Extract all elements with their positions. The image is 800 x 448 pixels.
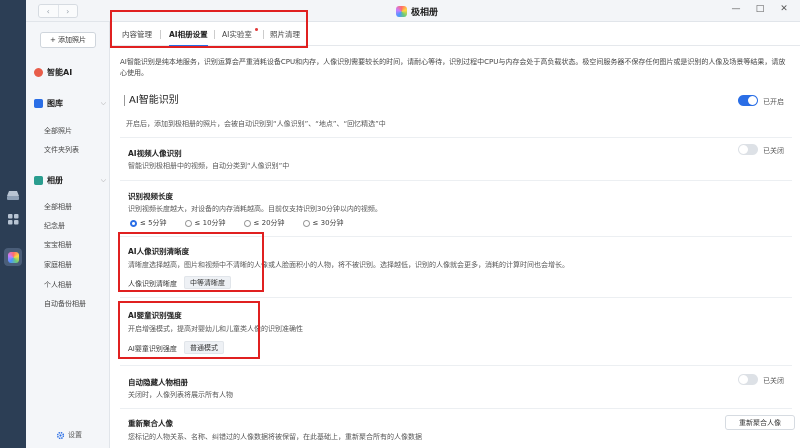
sidebar-item-all-albums[interactable]: 全部相册 <box>44 202 72 212</box>
settings-link[interactable]: 设置 <box>56 430 82 440</box>
close-icon[interactable]: ✕ <box>778 4 790 14</box>
radio-label: ≤ 5分钟 <box>140 219 167 227</box>
chevron-down-icon: ⌵ <box>100 99 106 107</box>
ai-recognition-toggle[interactable] <box>738 95 758 106</box>
app-window: ‹ › 极相册 — □ ✕ + 添加照片 智能AI 图库 ⌵ 全部照片 文件夹列… <box>26 0 800 448</box>
notification-dot <box>255 28 258 31</box>
ai-section-title: AI智能识别 <box>124 95 179 106</box>
minimize-icon[interactable]: — <box>730 4 742 14</box>
maximize-icon[interactable]: □ <box>754 4 766 14</box>
radio-circle <box>184 219 192 227</box>
radio-circle <box>302 219 310 227</box>
tab-divider <box>263 30 264 39</box>
video-length-option-10min[interactable]: ≤ 10分钟 <box>184 218 226 228</box>
radio-label: ≤ 20分钟 <box>253 219 285 227</box>
settings-label: 设置 <box>68 431 82 439</box>
tab-photo-cleanup[interactable]: 照片清理 <box>270 29 300 40</box>
add-photo-label: + 添加照片 <box>49 36 87 44</box>
face-clarity-title: AI人像识别清晰度 <box>128 247 190 256</box>
back-arrow-icon[interactable]: ‹ <box>39 5 58 17</box>
sidebar: + 添加照片 智能AI 图库 ⌵ 全部照片 文件夹列表 相册 ⌵ 全部相册 纪念… <box>26 22 110 448</box>
divider <box>120 137 792 138</box>
window-controls: — □ ✕ <box>730 4 790 14</box>
window-title-text: 极相册 <box>411 7 439 18</box>
video-length-option-20min[interactable]: ≤ 20分钟 <box>243 218 285 228</box>
app-dock <box>0 0 26 448</box>
radio-label: ≤ 10分钟 <box>194 219 226 227</box>
nav-arrows: ‹ › <box>38 4 78 18</box>
divider <box>120 297 792 298</box>
video-length-option-5min[interactable]: ≤ 5分钟 <box>130 218 167 228</box>
add-photo-button[interactable]: + 添加照片 <box>40 32 96 48</box>
forward-arrow-icon[interactable]: › <box>57 5 78 17</box>
radio-label: ≤ 30分钟 <box>312 219 344 227</box>
sidebar-section-albums[interactable]: 相册 ⌵ <box>34 175 106 186</box>
tab-divider <box>214 30 215 39</box>
video-length-title: 识别视频长度 <box>128 192 173 201</box>
radio-circle <box>130 219 137 227</box>
auto-hide-toggle-label: 已关闭 <box>763 377 784 385</box>
video-face-toggle-label: 已关闭 <box>763 147 784 155</box>
sidebar-item-baby[interactable]: 宝宝相册 <box>44 240 72 250</box>
regroup-description: 您标记的人物关系、名称、纠错过的人像数据将被保留，在此基础上，重新聚合所有的人像… <box>128 433 422 441</box>
gear-icon <box>56 431 65 439</box>
divider <box>120 408 792 409</box>
sidebar-item-memorial[interactable]: 纪念册 <box>44 221 65 231</box>
video-face-toggle[interactable] <box>738 144 758 155</box>
app-logo-icon <box>396 5 407 17</box>
sidebar-item-all-photos[interactable]: 全部照片 <box>44 126 72 136</box>
sidebar-section-label: 图库 <box>47 99 63 108</box>
radio-circle <box>243 219 251 227</box>
grid-icon <box>7 213 18 224</box>
ai-recognition-toggle-label: 已开启 <box>763 98 784 106</box>
sidebar-item-personal[interactable]: 个人相册 <box>44 280 72 290</box>
tab-content-management[interactable]: 内容管理 <box>122 29 152 40</box>
title-bar: ‹ › 极相册 — □ ✕ <box>26 0 800 22</box>
video-length-option-30min[interactable]: ≤ 30分钟 <box>302 218 344 228</box>
baby-strength-select[interactable]: 普通模式 <box>184 341 224 354</box>
face-clarity-setting-label: 人像识别清晰度 <box>128 280 177 288</box>
divider <box>120 236 792 237</box>
ai-section-description: 开启后，添加到极相册的照片，会被自动识别到“人像识别”、“地点”、“回忆精选”中 <box>126 120 386 128</box>
sidebar-section-ai[interactable]: 智能AI <box>34 67 106 78</box>
baby-strength-description: 开启增强模式，提高对婴幼儿和儿童类人像的识别准确性 <box>128 325 303 333</box>
divider <box>120 365 792 366</box>
chevron-down-icon: ⌵ <box>100 176 106 184</box>
sidebar-section-library[interactable]: 图库 ⌵ <box>34 98 106 109</box>
photo-app-icon <box>7 251 19 263</box>
dock-storage-button[interactable] <box>4 186 22 204</box>
album-icon <box>34 176 43 185</box>
main-content: 内容管理 AI相册设置 AI实验室 照片清理 AI智能识别是纯本地服务，识别运算… <box>110 10 800 448</box>
dock-photo-app-button[interactable] <box>4 248 22 266</box>
sidebar-section-label: 智能AI <box>47 68 73 77</box>
video-length-description: 识别视频长度越大，对设备的内存消耗越高。目前仅支持识别30分钟以内的视频。 <box>128 205 382 213</box>
auto-hide-title: 自动隐藏人物相册 <box>128 378 188 387</box>
dock-apps-button[interactable] <box>4 210 22 228</box>
baby-strength-title: AI婴童识别强度 <box>128 311 182 320</box>
regroup-button[interactable]: 重新聚合人像 <box>725 415 795 430</box>
face-clarity-select[interactable]: 中等清晰度 <box>184 276 231 289</box>
sidebar-item-family[interactable]: 家庭相册 <box>44 260 72 270</box>
brain-icon <box>34 68 43 77</box>
video-length-options: ≤ 5分钟 ≤ 10分钟 ≤ 20分钟 ≤ 30分钟 <box>130 218 344 228</box>
tab-ai-album-settings[interactable]: AI相册设置 <box>169 29 208 47</box>
image-icon <box>34 99 43 108</box>
tab-ai-lab[interactable]: AI实验室 <box>222 29 252 40</box>
sidebar-item-auto-backup[interactable]: 自动备份相册 <box>44 299 86 309</box>
video-face-description: 智能识别极相册中的视频，自动分类到“人像识别”中 <box>128 162 290 170</box>
regroup-title: 重新聚合人像 <box>128 419 173 428</box>
face-clarity-description: 清晰度选择越高，图片和视频中不清晰的人像或人脸面积小的人物，将不被识别。选择越低… <box>128 261 569 269</box>
divider <box>120 180 792 181</box>
sidebar-section-label: 相册 <box>47 176 63 185</box>
baby-strength-setting-label: AI婴童识别强度 <box>128 345 177 353</box>
auto-hide-description: 关闭时，人像列表将展示所有人物 <box>128 391 233 399</box>
auto-hide-toggle[interactable] <box>738 374 758 385</box>
tab-divider <box>160 30 161 39</box>
tab-bar: 内容管理 AI相册设置 AI实验室 照片清理 <box>110 22 800 47</box>
window-title: 极相册 <box>396 4 438 18</box>
sidebar-item-folders[interactable]: 文件夹列表 <box>44 145 79 155</box>
drive-icon <box>7 191 19 200</box>
intro-text: AI智能识别是纯本地服务，识别运算会严重消耗设备CPU和内存，人像识别需要较长的… <box>120 58 786 77</box>
video-face-title: AI视频人像识别 <box>128 149 182 158</box>
